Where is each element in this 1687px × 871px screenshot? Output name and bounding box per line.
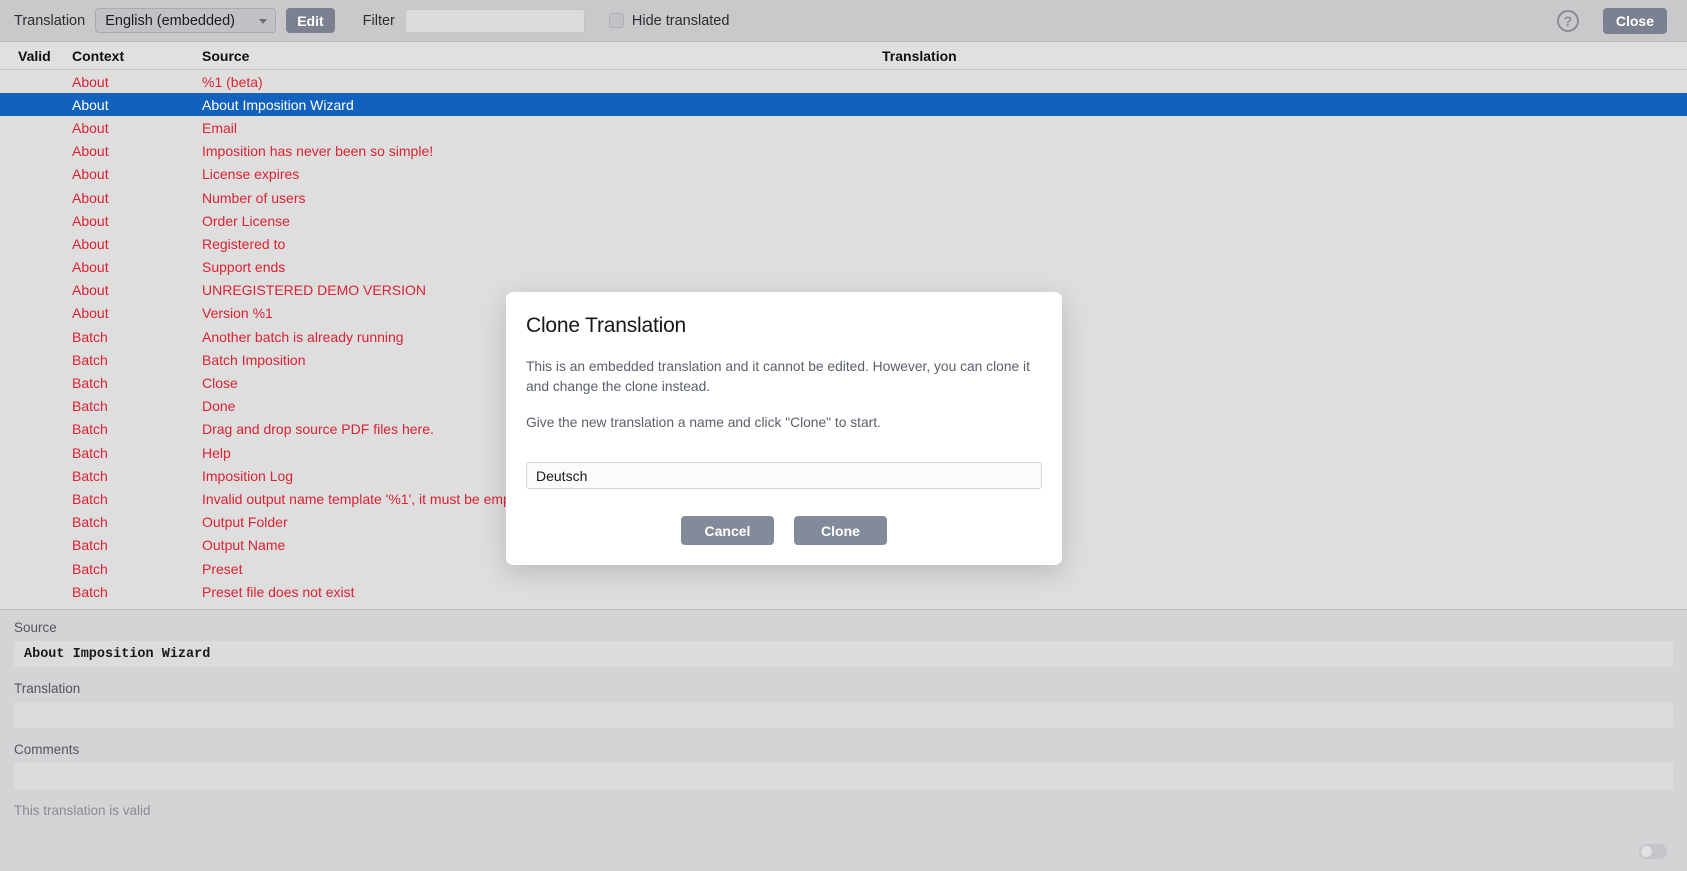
cell-context: Batch — [72, 514, 108, 531]
hide-translated-checkbox-group[interactable]: Hide translated — [608, 12, 730, 29]
dialog-actions: Cancel Clone — [526, 516, 1042, 546]
detail-panel: Source About Imposition Wizard Translati… — [0, 609, 1687, 871]
cell-source: Email — [202, 119, 238, 136]
cell-context: Batch — [72, 583, 108, 600]
table-row[interactable]: About License expires — [0, 163, 1687, 186]
new-translation-name-input[interactable] — [526, 462, 1042, 490]
table-row[interactable]: About Email — [0, 116, 1687, 139]
cell-context: Batch — [72, 444, 108, 461]
column-header-source[interactable]: Source — [202, 48, 882, 64]
cell-context: About — [72, 305, 109, 322]
cell-context: About — [72, 119, 109, 136]
translation-label: Translation — [14, 12, 86, 29]
translation-editor-window: Translation English (embedded) Edit Filt… — [0, 0, 1687, 871]
help-icon[interactable]: ? — [1556, 9, 1579, 32]
cell-context: About — [72, 73, 109, 90]
dialog-paragraph-2: Give the new translation a name and clic… — [526, 414, 881, 430]
translation-field-input[interactable] — [14, 702, 1673, 728]
cell-context: Batch — [72, 398, 108, 415]
cell-source: Preset file does not exist — [202, 583, 355, 600]
cell-context: About — [72, 259, 109, 276]
cell-source: Order License — [202, 212, 290, 229]
cell-context: Batch — [72, 467, 108, 484]
filter-input[interactable] — [404, 8, 585, 33]
clone-button[interactable]: Clone — [794, 516, 887, 546]
cell-context: About — [72, 166, 109, 183]
table-row[interactable]: About Number of users — [0, 186, 1687, 209]
cell-source: License expires — [202, 166, 300, 183]
clone-translation-dialog: Clone Translation This is an embedded tr… — [506, 292, 1062, 566]
cell-context: About — [72, 212, 109, 229]
dialog-paragraph-1: This is an embedded translation and it c… — [526, 359, 1030, 395]
translation-field-label: Translation — [14, 681, 81, 696]
table-row[interactable]: About Registered to — [0, 232, 1687, 255]
table-row[interactable]: About Imposition has never been so simple… — [0, 140, 1687, 163]
validity-toggle[interactable] — [1639, 844, 1667, 859]
cell-source: About Imposition Wizard — [202, 96, 354, 113]
cell-context: Batch — [72, 421, 108, 438]
comments-field-label: Comments — [14, 742, 80, 757]
table-row[interactable]: About Order License — [0, 209, 1687, 232]
cell-context: About — [72, 143, 109, 160]
source-field-value: About Imposition Wizard — [14, 641, 1673, 667]
close-button[interactable]: Close — [1602, 7, 1667, 34]
cell-source: Registered to — [202, 235, 286, 252]
toolbar: Translation English (embedded) Edit Filt… — [0, 0, 1687, 42]
table-row[interactable]: About Support ends — [0, 256, 1687, 279]
cell-context: Batch — [72, 375, 108, 392]
table-row[interactable]: About About Imposition Wizard — [0, 93, 1687, 117]
translation-select[interactable]: English (embedded) — [95, 8, 277, 33]
translation-select-value: English (embedded) — [105, 12, 235, 29]
cell-context: Batch — [72, 560, 108, 577]
cell-context: About — [72, 282, 109, 299]
table-row[interactable]: About %1 (beta) — [0, 70, 1687, 93]
cell-context: About — [72, 96, 109, 113]
table-header-row: Valid Context Source Translation — [0, 42, 1687, 70]
cell-source: Number of users — [202, 189, 306, 206]
cell-context: Batch — [72, 490, 108, 507]
validation-status-text: This translation is valid — [14, 803, 151, 818]
cell-context: Batch — [72, 537, 108, 554]
filter-label: Filter — [362, 12, 395, 29]
cancel-button[interactable]: Cancel — [681, 516, 774, 546]
column-header-valid[interactable]: Valid — [0, 48, 72, 64]
cell-context: Batch — [72, 351, 108, 368]
cell-context: About — [72, 189, 109, 206]
cell-context: Batch — [72, 328, 108, 345]
column-header-translation[interactable]: Translation — [882, 48, 1687, 64]
source-field-label: Source — [14, 620, 57, 635]
cell-source: %1 (beta) — [202, 73, 263, 90]
cell-source: Support ends — [202, 259, 286, 276]
cell-context: About — [72, 235, 109, 252]
dialog-title: Clone Translation — [526, 314, 687, 337]
chevron-down-icon — [259, 18, 268, 24]
table-row[interactable]: Batch Preset file does not exist — [0, 580, 1687, 603]
edit-button[interactable]: Edit — [286, 8, 335, 33]
cell-source: Imposition has never been so simple! — [202, 143, 434, 160]
comments-field-input[interactable] — [14, 763, 1673, 789]
hide-translated-checkbox[interactable] — [608, 13, 624, 28]
hide-translated-label: Hide translated — [631, 12, 730, 29]
column-header-context[interactable]: Context — [72, 48, 202, 64]
